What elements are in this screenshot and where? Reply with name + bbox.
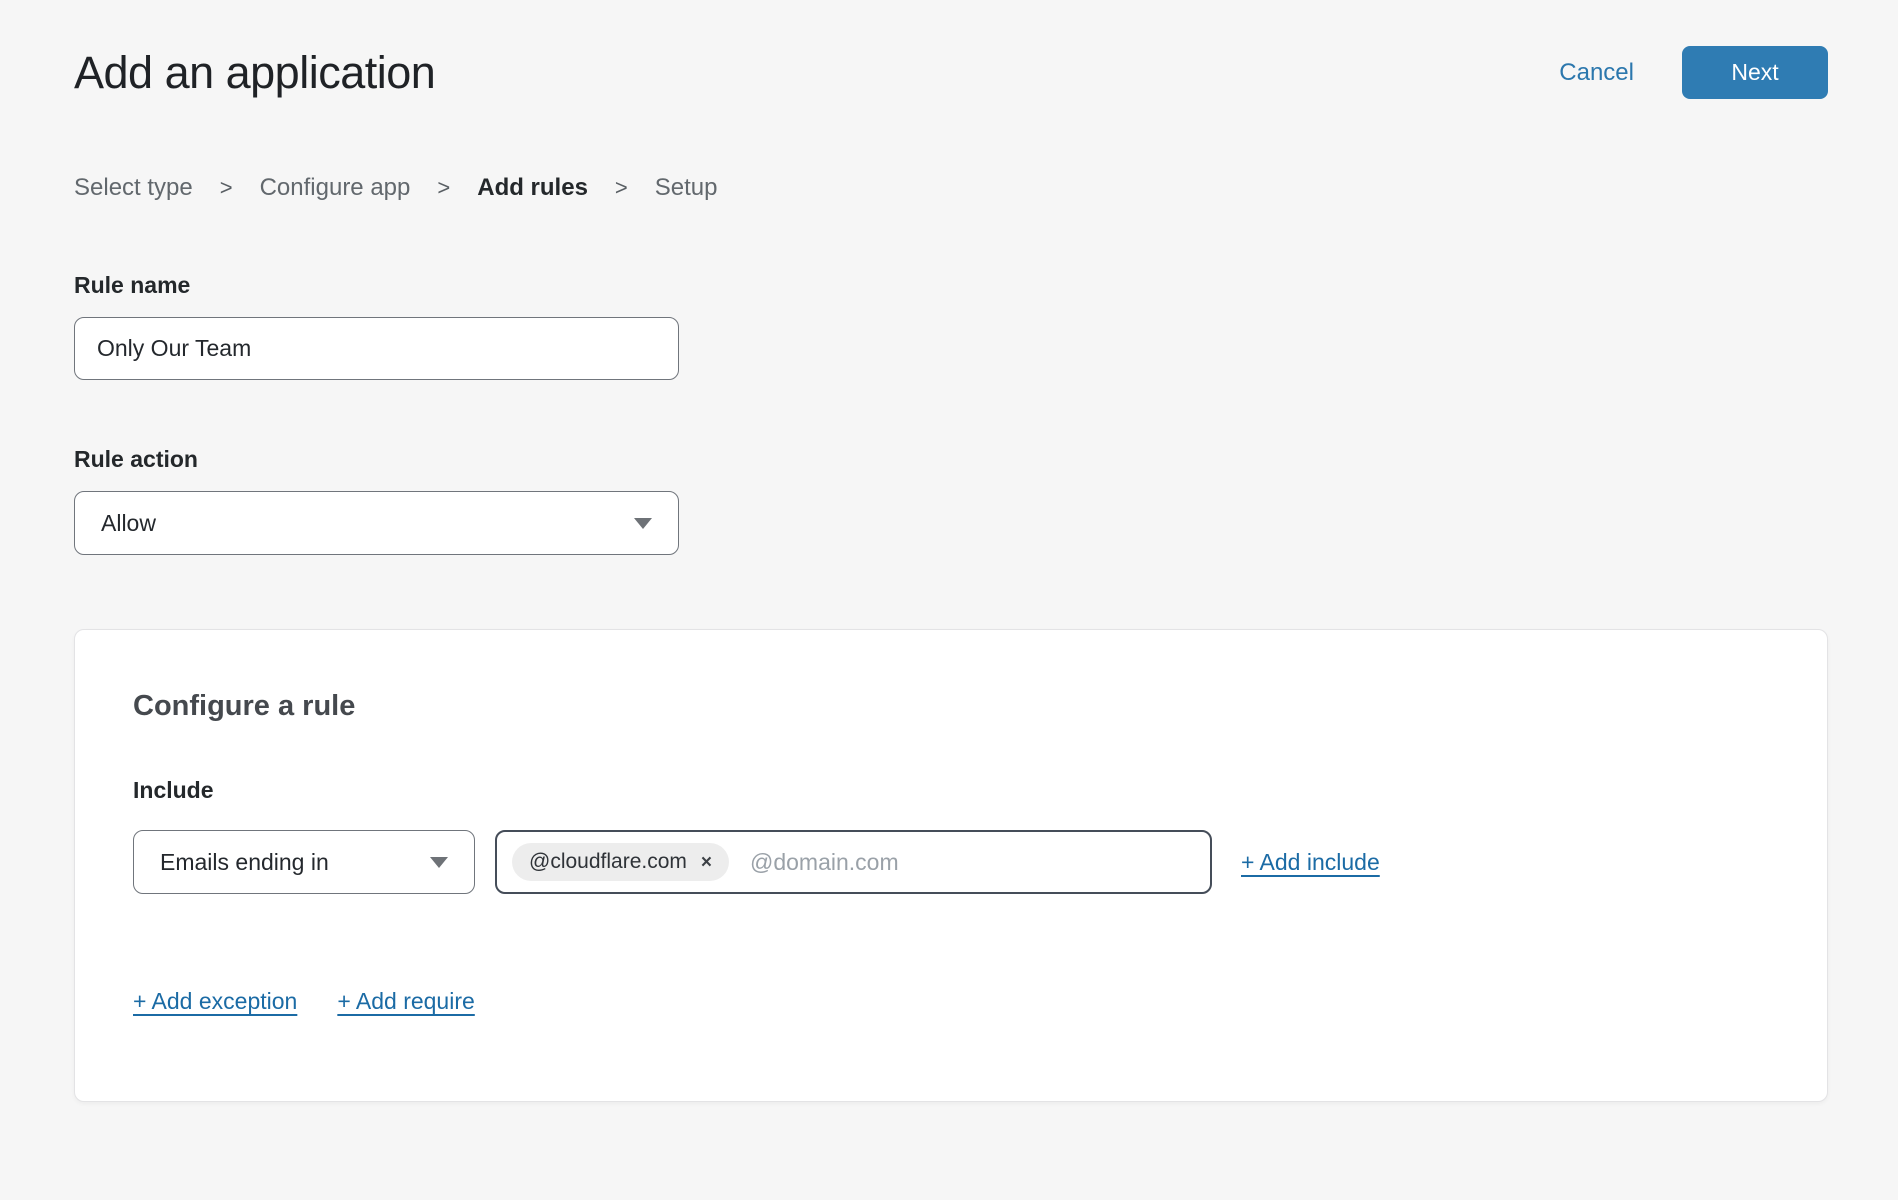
page-title: Add an application — [74, 47, 435, 99]
rule-name-label: Rule name — [74, 272, 1828, 299]
remove-tag-icon[interactable]: × — [701, 853, 712, 872]
email-domain-text-input[interactable] — [750, 849, 1195, 876]
breadcrumb-separator: > — [615, 175, 628, 201]
rule-action-label: Rule action — [74, 446, 1828, 473]
breadcrumb-separator: > — [437, 175, 450, 201]
configure-rule-card: Configure a rule Include Emails ending i… — [74, 629, 1828, 1102]
chevron-down-icon — [634, 518, 652, 529]
breadcrumb-add-rules[interactable]: Add rules — [477, 174, 588, 202]
include-label: Include — [133, 777, 1769, 804]
breadcrumb-separator: > — [220, 175, 233, 201]
rule-action-select[interactable]: Allow — [74, 491, 679, 555]
configure-rule-title: Configure a rule — [133, 690, 1769, 723]
page-header: Add an application Cancel Next — [74, 46, 1828, 99]
email-domain-tag-label: @cloudflare.com — [529, 850, 687, 874]
email-domains-input[interactable]: @cloudflare.com × — [495, 830, 1212, 894]
add-exception-link[interactable]: + Add exception — [133, 988, 297, 1015]
breadcrumb: Select type > Configure app > Add rules … — [74, 174, 1828, 202]
include-selector-value: Emails ending in — [160, 849, 329, 876]
include-selector[interactable]: Emails ending in — [133, 830, 475, 894]
rule-action-field: Rule action Allow — [74, 446, 1828, 555]
cancel-button[interactable]: Cancel — [1559, 59, 1634, 87]
chevron-down-icon — [430, 857, 448, 868]
rule-action-value: Allow — [101, 510, 156, 537]
email-domain-tag: @cloudflare.com × — [512, 843, 729, 881]
add-include-link[interactable]: + Add include — [1241, 849, 1380, 876]
breadcrumb-select-type[interactable]: Select type — [74, 174, 193, 202]
breadcrumb-setup[interactable]: Setup — [655, 174, 718, 202]
rule-name-field: Rule name — [74, 272, 1828, 380]
breadcrumb-configure-app[interactable]: Configure app — [260, 174, 411, 202]
add-application-page: Add an application Cancel Next Select ty… — [0, 0, 1898, 1102]
header-actions: Cancel Next — [1559, 46, 1828, 99]
include-rule-row: Emails ending in @cloudflare.com × + Add… — [133, 830, 1769, 894]
add-require-link[interactable]: + Add require — [337, 988, 474, 1015]
rule-name-input[interactable] — [74, 317, 679, 380]
rule-extra-links: + Add exception + Add require — [133, 988, 1769, 1015]
next-button[interactable]: Next — [1682, 46, 1828, 99]
